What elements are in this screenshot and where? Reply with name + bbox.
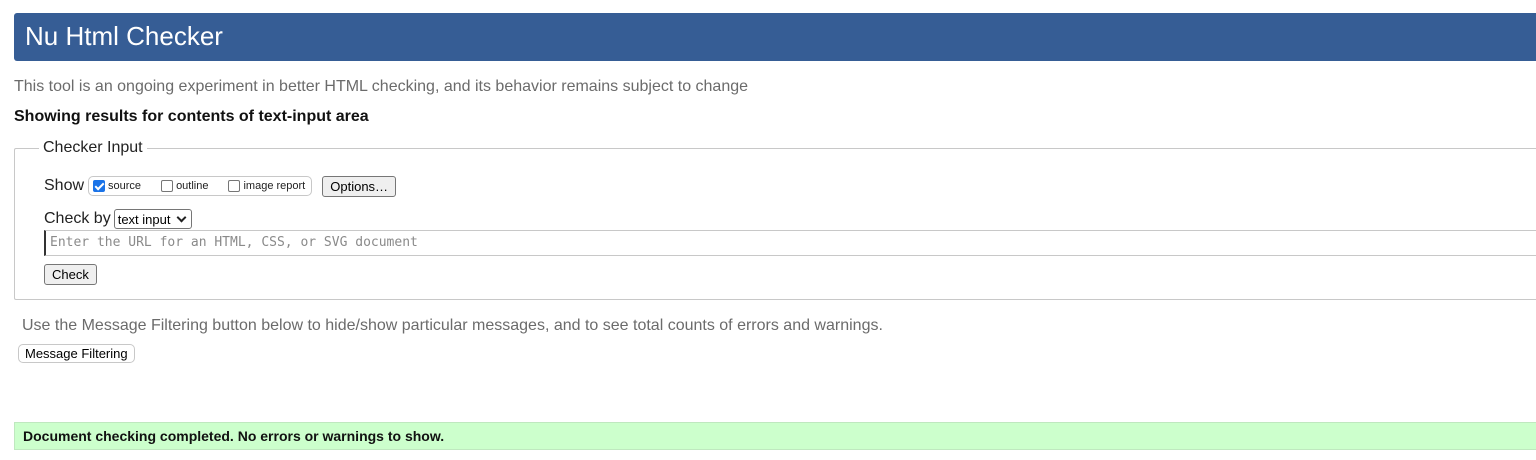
- check-by-label: Check by: [44, 210, 111, 227]
- checker-page: Nu Html Checker This tool is an ongoing …: [0, 0, 1536, 460]
- message-filtering-note: Use the Message Filtering button below t…: [22, 317, 883, 334]
- source-checkbox[interactable]: [93, 180, 106, 192]
- check-by-select[interactable]: text input: [113, 209, 193, 229]
- image-report-checkbox[interactable]: [228, 180, 241, 192]
- image-report-label: image report: [243, 180, 306, 192]
- options-button[interactable]: Options…: [322, 175, 397, 197]
- show-source-option[interactable]: source: [93, 180, 141, 192]
- result-status-bar: Document checking completed. No errors o…: [14, 422, 1536, 450]
- check-button[interactable]: Check: [44, 264, 97, 285]
- show-label: Show: [44, 177, 85, 194]
- outline-label: outline: [176, 180, 209, 192]
- page-title: Nu Html Checker: [25, 21, 223, 51]
- check-by-selected-value: text input: [117, 211, 171, 227]
- result-status-text: Document checking completed. No errors o…: [23, 428, 445, 444]
- checker-input-legend: Checker Input: [39, 139, 147, 157]
- show-row: Show source outline image report Options…: [44, 175, 397, 197]
- check-by-row: Check by text input: [44, 208, 193, 230]
- results-heading: Showing results for contents of text-inp…: [14, 108, 369, 125]
- show-image-report-option[interactable]: image report: [228, 180, 305, 192]
- header-bar: Nu Html Checker: [14, 13, 1536, 61]
- show-outline-option[interactable]: outline: [161, 180, 208, 192]
- checker-input-fieldset: Checker Input Show source outline image …: [14, 139, 1536, 300]
- show-options-group: source outline image report: [88, 176, 313, 196]
- outline-checkbox[interactable]: [161, 180, 174, 192]
- url-input[interactable]: Enter the URL for an HTML, CSS, or SVG d…: [44, 230, 1536, 256]
- chevron-down-icon: [177, 212, 187, 223]
- message-filtering-button[interactable]: Message Filtering: [18, 344, 135, 363]
- tagline-text: This tool is an ongoing experiment in be…: [14, 78, 749, 95]
- source-label: source: [108, 180, 142, 192]
